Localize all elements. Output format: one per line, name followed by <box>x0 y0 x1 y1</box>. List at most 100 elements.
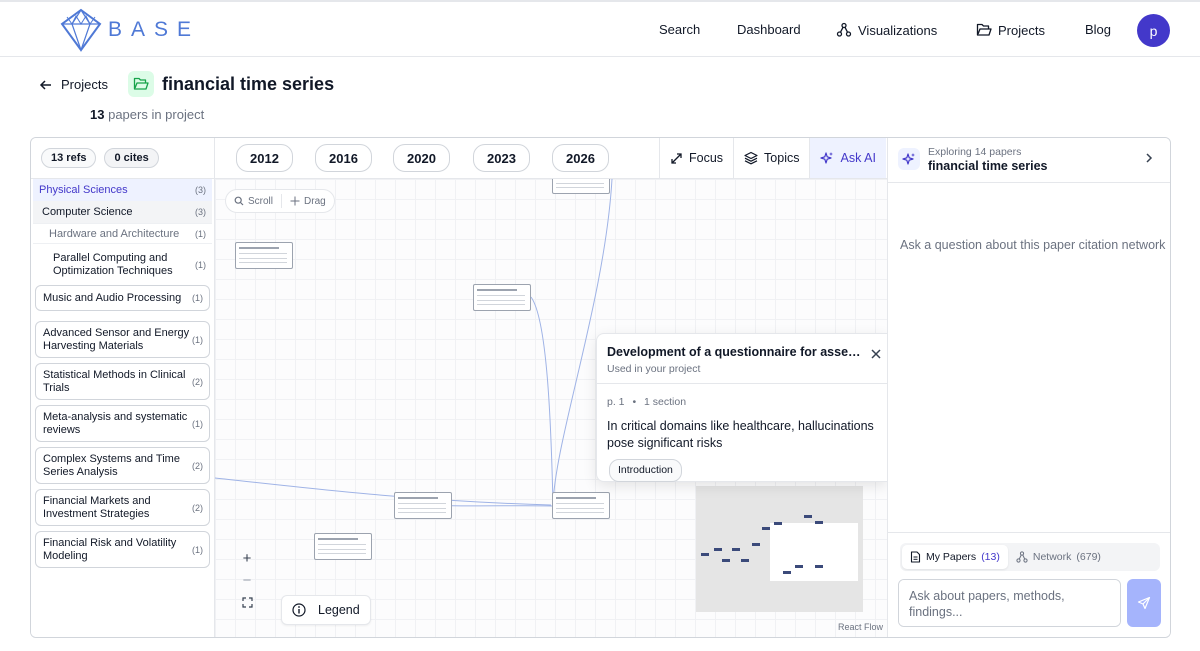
category-label: Statistical Methods in Clinical Trials <box>43 368 186 394</box>
topic-sidebar: 13 refs 0 cites Physical Sciences (3) Co… <box>31 138 215 637</box>
ai-panel-title: financial time series <box>928 159 1048 173</box>
close-icon[interactable] <box>871 346 881 362</box>
category-clinical-trials[interactable]: Statistical Methods in Clinical Trials (… <box>35 363 210 400</box>
page-title: financial time series <box>162 74 335 94</box>
back-to-projects-link[interactable]: Projects <box>39 77 108 92</box>
project-folder-icon <box>128 71 154 97</box>
nav-search[interactable]: Search <box>659 22 700 37</box>
taxonomy-domain[interactable]: Physical Sciences (3) <box>33 179 212 201</box>
paper-node[interactable] <box>473 284 531 311</box>
nav-blog-label: Blog <box>1085 22 1112 37</box>
brand-logo[interactable]: BASE <box>60 8 200 52</box>
layers-icon <box>744 151 758 165</box>
taxonomy-subfield-count: (1) <box>195 228 206 239</box>
category-count: (2) <box>192 376 203 387</box>
paper-node[interactable] <box>394 492 452 519</box>
zoom-controls: + − <box>235 547 259 615</box>
category-financial-markets[interactable]: Financial Markets and Investment Strateg… <box>35 489 210 526</box>
my-papers-tab[interactable]: My Papers (13) <box>902 545 1008 569</box>
year-marker[interactable]: 2012 <box>236 144 293 172</box>
topics-button[interactable]: Topics <box>734 138 811 178</box>
taxonomy-subfield-label: Hardware and Architecture <box>49 227 180 240</box>
top-navbar: BASE Search Dashboard Visualizations Pro… <box>0 0 1200 57</box>
paper-count-suffix: papers in project <box>108 107 205 122</box>
arrow-left-icon <box>39 79 51 90</box>
paper-detail-popover: Development of a questionnaire for asses… <box>596 333 887 482</box>
paper-node[interactable] <box>235 242 293 269</box>
cites-count-pill[interactable]: 0 cites <box>104 148 159 168</box>
popover-title[interactable]: Development of a questionnaire for asses… <box>607 345 863 359</box>
category-meta-analysis[interactable]: Meta-analysis and systematic reviews (1) <box>35 405 210 442</box>
category-label: Advanced Sensor and Energy Harvesting Ma… <box>43 326 190 352</box>
paper-node[interactable] <box>552 492 610 519</box>
focus-button[interactable]: Focus <box>660 138 735 178</box>
popover-meta: p. 1 • 1 section <box>607 396 687 408</box>
zoom-in-button[interactable]: + <box>235 547 259 569</box>
legend-button[interactable]: Legend <box>281 595 371 625</box>
year-marker[interactable]: 2020 <box>393 144 450 172</box>
network-icon <box>836 22 852 37</box>
network-count: (679) <box>1076 551 1101 563</box>
scroll-mode-button[interactable]: Scroll <box>226 196 281 207</box>
taxonomy-domain-count: (3) <box>195 185 206 195</box>
scroll-drag-toggle: Scroll Drag <box>225 189 335 213</box>
popover-sections: 1 section <box>644 396 687 408</box>
zoom-out-button[interactable]: − <box>235 569 259 591</box>
year-marker[interactable]: 2016 <box>315 144 372 172</box>
ai-panel-header: Exploring 14 papers financial time serie… <box>888 138 1170 183</box>
paper-count-number: 13 <box>90 107 105 122</box>
chevron-right-icon[interactable] <box>1144 150 1154 166</box>
drag-label: Drag <box>304 195 326 207</box>
popover-subtitle: Used in your project <box>607 363 701 375</box>
paper-node[interactable] <box>552 179 610 194</box>
nav-dashboard-label: Dashboard <box>737 22 801 37</box>
category-label: Meta-analysis and systematic reviews <box>43 410 188 436</box>
category-label: Complex Systems and Time Series Analysis <box>43 452 180 478</box>
year-marker[interactable]: 2026 <box>552 144 609 172</box>
refs-cites-row: 13 refs 0 cites <box>31 138 214 179</box>
category-count: (1) <box>192 293 203 303</box>
ai-panel-footer: My Papers (13) Network (679) <box>888 532 1170 637</box>
send-button[interactable] <box>1127 579 1161 627</box>
taxonomy-field[interactable]: Computer Science (3) <box>33 201 212 223</box>
drag-mode-button[interactable]: Drag <box>282 196 334 207</box>
scope-toggle: My Papers (13) Network (679) <box>900 543 1160 571</box>
section-tag[interactable]: Introduction <box>609 459 682 482</box>
category-count: (2) <box>192 502 203 513</box>
nav-dashboard[interactable]: Dashboard <box>737 22 801 37</box>
paper-node[interactable] <box>314 533 372 560</box>
category-count: (1) <box>192 334 203 345</box>
send-icon <box>1137 596 1151 610</box>
minimap[interactable] <box>696 486 863 612</box>
refs-count-pill[interactable]: 13 refs <box>41 148 97 168</box>
category-label: Financial Risk and Volatility Modeling <box>43 536 177 562</box>
ask-ai-input[interactable] <box>898 579 1121 627</box>
category-label: Music and Audio Processing <box>43 291 182 304</box>
category-music-audio[interactable]: Music and Audio Processing (1) <box>35 285 210 311</box>
ask-ai-button[interactable]: Ask AI <box>810 138 886 178</box>
my-papers-count: (13) <box>981 551 1000 563</box>
category-complex-systems[interactable]: Complex Systems and Time Series Analysis… <box>35 447 210 484</box>
nav-visualizations-label: Visualizations <box>858 22 938 38</box>
react-flow-attribution[interactable]: React Flow <box>838 622 883 632</box>
nav-projects[interactable]: Projects <box>976 22 1045 38</box>
category-count: (1) <box>192 544 203 555</box>
expand-arrows-icon <box>671 152 682 164</box>
taxonomy-field-label: Computer Science <box>42 206 133 218</box>
category-sensor-energy[interactable]: Advanced Sensor and Energy Harvesting Ma… <box>35 321 210 358</box>
nav-search-label: Search <box>659 22 701 37</box>
nav-visualizations[interactable]: Visualizations <box>836 22 937 38</box>
ask-ai-label: Ask AI <box>840 151 876 165</box>
ask-ai-panel: Exploring 14 papers financial time serie… <box>887 138 1170 637</box>
network-tab[interactable]: Network (679) <box>1008 545 1109 569</box>
taxonomy-subfield[interactable]: Hardware and Architecture (1) <box>33 223 212 243</box>
fit-view-icon <box>241 596 253 608</box>
year-marker[interactable]: 2023 <box>473 144 530 172</box>
network-label: Network <box>1032 551 1072 563</box>
fit-view-button[interactable] <box>235 591 259 613</box>
user-avatar[interactable]: p <box>1137 14 1170 47</box>
nav-projects-label: Projects <box>998 22 1045 38</box>
category-financial-risk[interactable]: Financial Risk and Volatility Modeling (… <box>35 531 210 568</box>
nav-blog[interactable]: Blog <box>1085 22 1111 37</box>
taxonomy-topic[interactable]: Parallel Computing and Optimization Tech… <box>33 243 212 285</box>
